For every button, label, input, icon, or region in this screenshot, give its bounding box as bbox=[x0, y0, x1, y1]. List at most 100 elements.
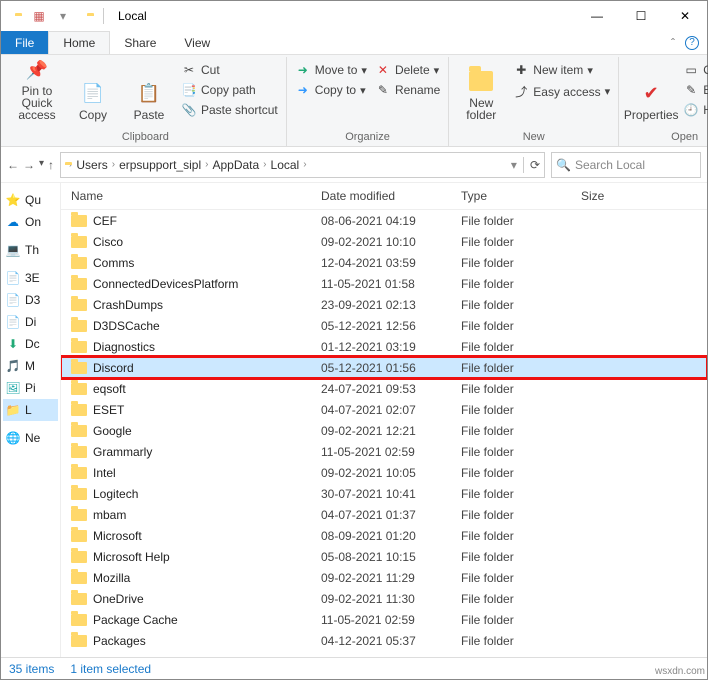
group-clipboard-label: Clipboard bbox=[11, 130, 280, 144]
forward-button[interactable]: → bbox=[23, 158, 35, 172]
properties-button[interactable]: ✔Properties bbox=[625, 59, 677, 123]
copy-to-button[interactable]: ➜Copy to ▾ bbox=[293, 81, 369, 99]
table-row[interactable]: Comms12-04-2021 03:59File folder bbox=[61, 252, 707, 273]
tab-file[interactable]: File bbox=[1, 31, 48, 54]
close-button[interactable]: ✕ bbox=[663, 2, 707, 30]
status-selected: 1 item selected bbox=[70, 662, 151, 676]
col-name[interactable]: Name bbox=[61, 189, 321, 203]
table-row[interactable]: CEF08-06-2021 04:19File folder bbox=[61, 210, 707, 231]
nav-item[interactable]: 💻Th bbox=[3, 239, 58, 261]
search-input[interactable]: 🔍 Search Local bbox=[551, 152, 701, 178]
nav-item[interactable]: 📁L bbox=[3, 399, 58, 421]
table-row[interactable]: eqsoft24-07-2021 09:53File folder bbox=[61, 378, 707, 399]
table-row[interactable]: Mozilla09-02-2021 11:29File folder bbox=[61, 567, 707, 588]
collapse-ribbon-icon[interactable]: ˆ bbox=[671, 36, 675, 50]
crumb-user[interactable]: erpsupport_sipl bbox=[119, 158, 201, 172]
delete-button[interactable]: ✕Delete ▾ bbox=[373, 61, 442, 79]
back-button[interactable]: ← bbox=[7, 158, 19, 172]
nav-item[interactable]: ☁On bbox=[3, 211, 58, 233]
folder-icon bbox=[71, 236, 87, 248]
nav-item[interactable]: 🎵M bbox=[3, 355, 58, 377]
edit-button[interactable]: ✎Edit bbox=[681, 81, 708, 99]
up-button[interactable]: ↑ bbox=[48, 158, 54, 172]
table-row[interactable]: OneDrive09-02-2021 11:30File folder bbox=[61, 588, 707, 609]
col-type[interactable]: Type bbox=[461, 189, 581, 203]
file-date: 11-05-2021 02:59 bbox=[321, 613, 461, 627]
cut-icon: ✂ bbox=[181, 63, 197, 77]
window-title: Local bbox=[118, 9, 147, 23]
crumb-users[interactable]: Users bbox=[76, 158, 107, 172]
rename-button[interactable]: ✎Rename bbox=[373, 81, 442, 99]
cut-button[interactable]: ✂Cut bbox=[179, 61, 280, 79]
breadcrumb[interactable]: › Users› erpsupport_sipl› AppData› Local… bbox=[60, 152, 545, 178]
nav-item[interactable]: 🖼Pi bbox=[3, 377, 58, 399]
tab-view[interactable]: View bbox=[170, 31, 224, 54]
minimize-button[interactable]: — bbox=[575, 2, 619, 30]
recent-locations-icon[interactable]: ▾ bbox=[39, 158, 44, 172]
file-date: 08-09-2021 01:20 bbox=[321, 529, 461, 543]
folder-icon bbox=[71, 362, 87, 374]
folder-icon bbox=[71, 467, 87, 479]
dropdown-icon[interactable]: ▾ bbox=[511, 158, 517, 172]
qat-props-icon[interactable]: ▦ bbox=[29, 9, 49, 23]
nav-item[interactable]: 📄Di bbox=[3, 311, 58, 333]
table-row[interactable]: ESET04-07-2021 02:07File folder bbox=[61, 399, 707, 420]
qat-chevron-icon[interactable]: ▾ bbox=[53, 9, 73, 23]
table-row[interactable]: D3DSCache05-12-2021 12:56File folder bbox=[61, 315, 707, 336]
history-button[interactable]: 🕘History bbox=[681, 101, 708, 119]
table-row[interactable]: Package Cache11-05-2021 02:59File folder bbox=[61, 609, 707, 630]
help-icon[interactable]: ? bbox=[685, 36, 699, 50]
crumb-appdata[interactable]: AppData bbox=[212, 158, 259, 172]
nav-item[interactable]: ⬇Dc bbox=[3, 333, 58, 355]
tab-share[interactable]: Share bbox=[110, 31, 170, 54]
column-headers: Name Date modified Type Size bbox=[61, 183, 707, 210]
table-row[interactable]: Logitech30-07-2021 10:41File folder bbox=[61, 483, 707, 504]
table-row[interactable]: Intel09-02-2021 10:05File folder bbox=[61, 462, 707, 483]
tab-home[interactable]: Home bbox=[48, 31, 110, 54]
file-list: Name Date modified Type Size CEF08-06-20… bbox=[61, 183, 707, 657]
move-to-button[interactable]: ➜Move to ▾ bbox=[293, 61, 369, 79]
table-row[interactable]: mbam04-07-2021 01:37File folder bbox=[61, 504, 707, 525]
nav-item[interactable]: ⭐Qu bbox=[3, 189, 58, 211]
table-row[interactable]: Packages04-12-2021 05:37File folder bbox=[61, 630, 707, 651]
table-row[interactable]: Microsoft Help05-08-2021 10:15File folde… bbox=[61, 546, 707, 567]
file-name: OneDrive bbox=[93, 592, 144, 606]
table-row[interactable]: Cisco09-02-2021 10:10File folder bbox=[61, 231, 707, 252]
properties-icon: ✔ bbox=[639, 81, 663, 105]
copy-button[interactable]: 📄Copy bbox=[67, 59, 119, 123]
table-row[interactable]: Grammarly11-05-2021 02:59File folder bbox=[61, 441, 707, 462]
nav-item[interactable]: 📄3E bbox=[3, 267, 58, 289]
new-folder-button[interactable]: New folder bbox=[455, 59, 507, 123]
new-item-button[interactable]: ✚New item ▾ bbox=[511, 61, 612, 79]
file-name: Grammarly bbox=[93, 445, 152, 459]
maximize-button[interactable]: ☐ bbox=[619, 2, 663, 30]
file-type: File folder bbox=[461, 424, 581, 438]
table-row[interactable]: CrashDumps23-09-2021 02:13File folder bbox=[61, 294, 707, 315]
watermark: wsxdn.com bbox=[655, 666, 705, 677]
col-date[interactable]: Date modified bbox=[321, 189, 461, 203]
open-button[interactable]: ▭Open ▾ bbox=[681, 61, 708, 79]
table-row[interactable]: Diagnostics01-12-2021 03:19File folder bbox=[61, 336, 707, 357]
folder-icon bbox=[71, 341, 87, 353]
search-icon: 🔍 bbox=[556, 158, 571, 172]
file-date: 09-02-2021 12:21 bbox=[321, 424, 461, 438]
newitem-icon: ✚ bbox=[513, 63, 529, 77]
easy-access-button[interactable]: ⤴Easy access ▾ bbox=[511, 81, 612, 102]
file-date: 09-02-2021 10:05 bbox=[321, 466, 461, 480]
file-date: 08-06-2021 04:19 bbox=[321, 214, 461, 228]
table-row[interactable]: Google09-02-2021 12:21File folder bbox=[61, 420, 707, 441]
nav-label: Th bbox=[25, 243, 39, 257]
nav-item[interactable]: 📄D3 bbox=[3, 289, 58, 311]
paste-button[interactable]: 📋Paste bbox=[123, 59, 175, 123]
col-size[interactable]: Size bbox=[581, 189, 661, 203]
folder-icon bbox=[71, 299, 87, 311]
crumb-local[interactable]: Local bbox=[271, 158, 300, 172]
table-row[interactable]: ConnectedDevicesPlatform11-05-2021 01:58… bbox=[61, 273, 707, 294]
paste-shortcut-button[interactable]: 📎Paste shortcut bbox=[179, 101, 280, 119]
table-row[interactable]: Discord05-12-2021 01:56File folder bbox=[61, 357, 707, 378]
pin-quick-access-button[interactable]: 📌Pin to Quick access bbox=[11, 59, 63, 123]
nav-item[interactable]: 🌐Ne bbox=[3, 427, 58, 449]
table-row[interactable]: Microsoft08-09-2021 01:20File folder bbox=[61, 525, 707, 546]
copy-path-button[interactable]: 📑Copy path bbox=[179, 81, 280, 99]
refresh-button[interactable]: ⟳ bbox=[530, 158, 540, 172]
